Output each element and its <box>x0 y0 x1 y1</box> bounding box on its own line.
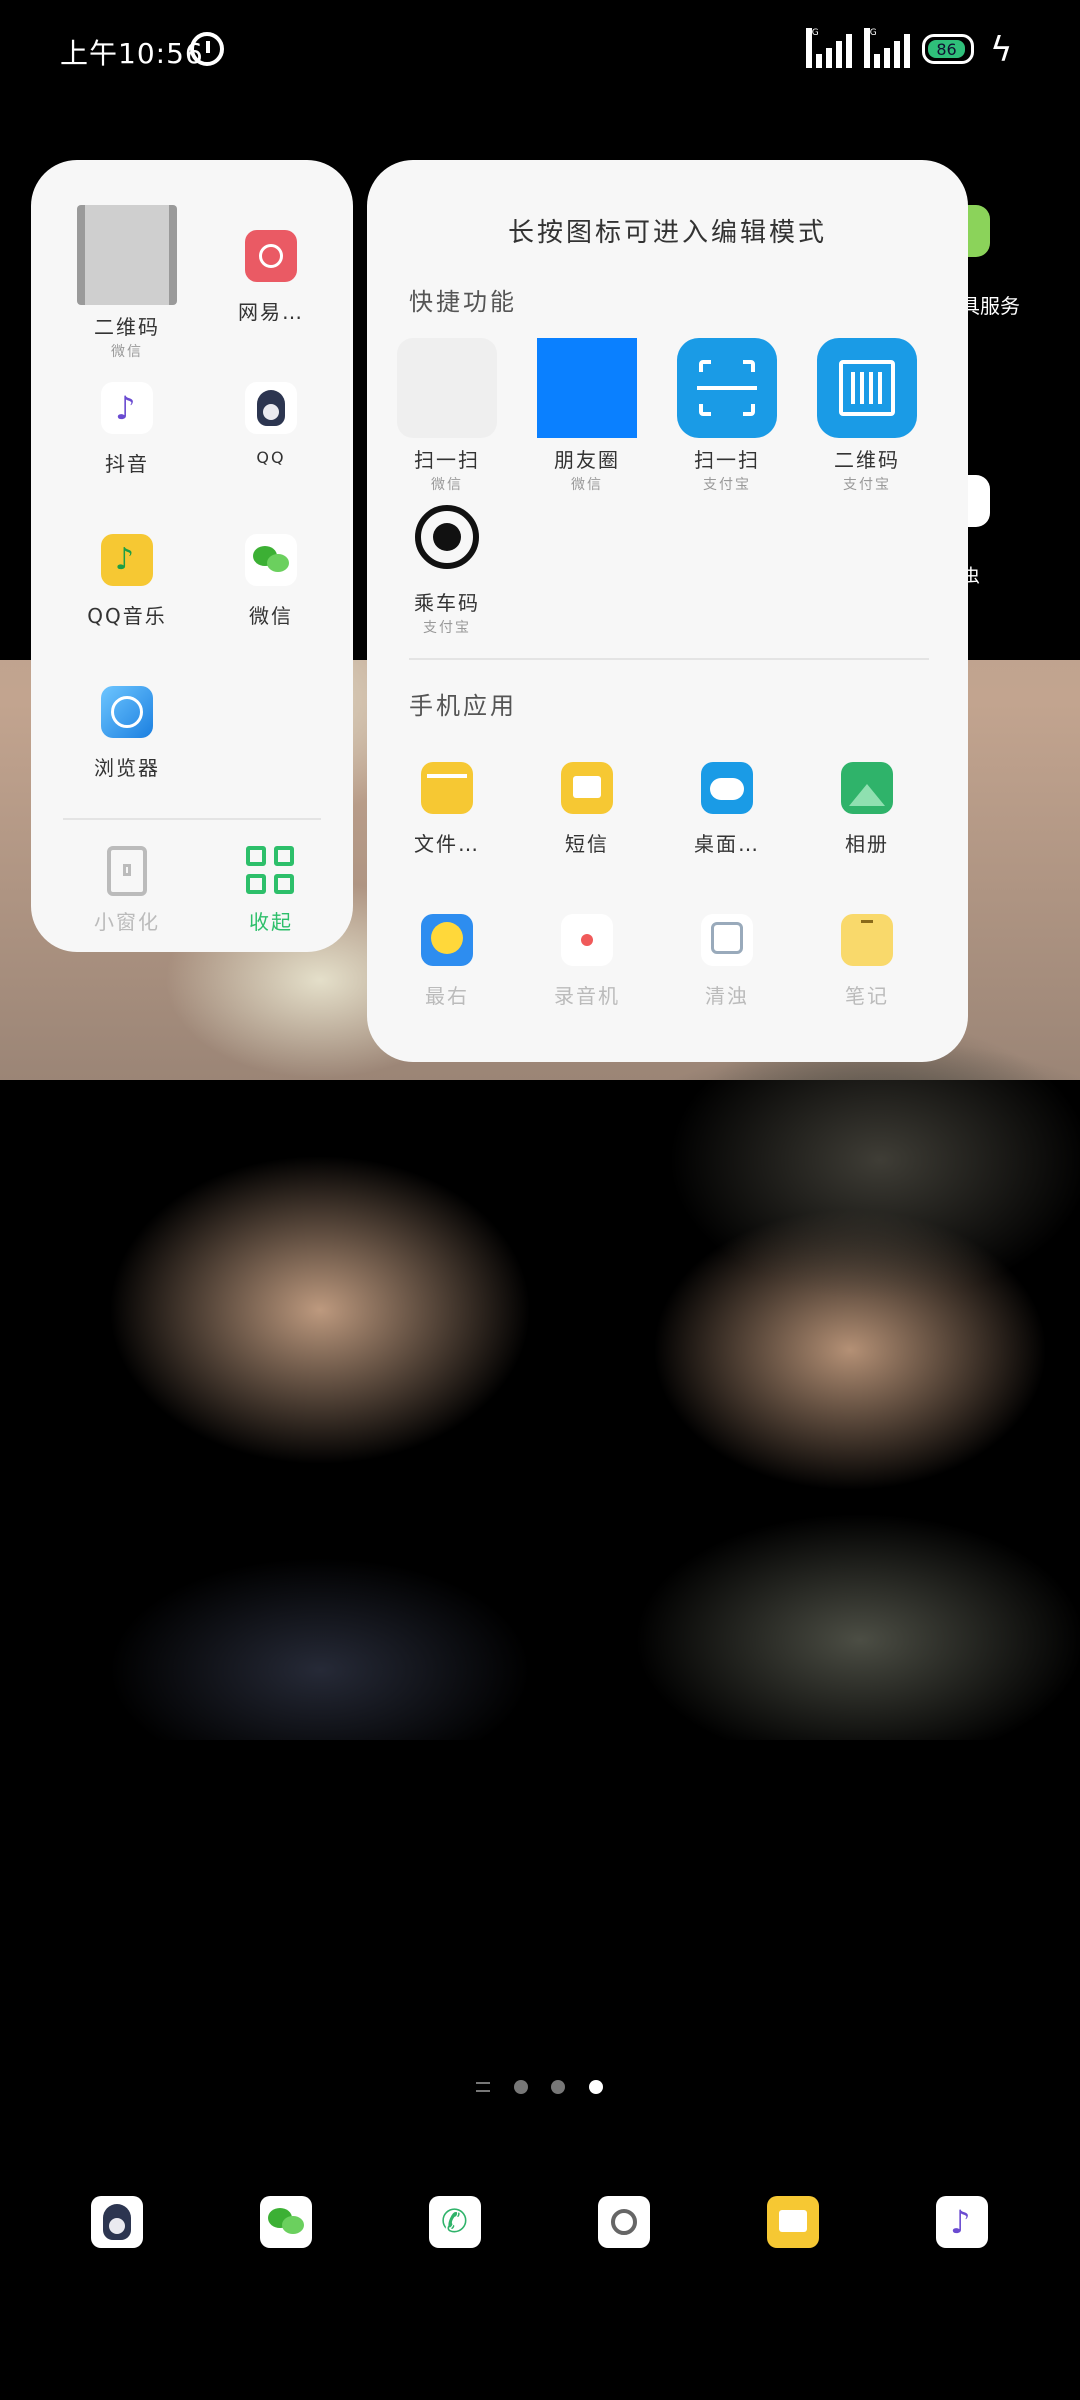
app-item-netease-music[interactable]: 网易… <box>211 230 331 325</box>
dock-wechat-icon[interactable] <box>260 2196 312 2248</box>
shortcut-alipay-scan[interactable]: 扫一扫 支付宝 <box>677 338 777 494</box>
netease-music-icon <box>245 230 297 282</box>
dock-sms-icon[interactable] <box>767 2196 819 2248</box>
shortcut-sublabel: 支付宝 <box>703 477 751 493</box>
wechat-scan-icon <box>397 338 497 438</box>
record-dot-icon <box>561 914 613 966</box>
app-label: 清浊 <box>705 984 749 1008</box>
dock-qq-icon[interactable] <box>91 2196 143 2248</box>
dock-phone-icon[interactable]: ✆ <box>429 2196 481 2248</box>
page-indicator <box>0 2080 1080 2100</box>
transit-record-icon <box>415 505 479 569</box>
app-label: 网易… <box>238 300 304 324</box>
photo-mountain-icon <box>841 762 893 814</box>
shortcut-label: 乘车码 <box>414 591 480 615</box>
battery-level: 86 <box>928 40 965 59</box>
folder-icon <box>421 762 473 814</box>
zuiyou-icon <box>421 914 473 966</box>
shortcut-label: 二维码 <box>834 448 900 472</box>
app-label: 相册 <box>845 832 889 856</box>
message-icon <box>561 762 613 814</box>
alipay-barcode-icon <box>817 338 917 438</box>
signal-icon-2: 5G <box>864 28 912 68</box>
shortcut-alipay-qrcode[interactable]: 二维码 支付宝 <box>817 338 917 494</box>
shortcut-alipay-transit-code[interactable]: 乘车码 支付宝 <box>397 505 497 637</box>
shortcut-sublabel: 支付宝 <box>843 477 891 493</box>
panel-hint-title: 长按图标可进入编辑模式 <box>507 218 827 248</box>
app-label: 录音机 <box>554 984 620 1008</box>
app-label: 二维码 <box>94 315 160 339</box>
shortcut-wechat-scan[interactable]: 扫一扫 微信 <box>397 338 497 494</box>
alarm-icon <box>190 32 224 66</box>
floating-window-label: 小窗化 <box>94 910 160 934</box>
charging-icon: ϟ <box>990 30 1013 70</box>
app-item-douyin[interactable]: ♪ 抖音 <box>67 382 187 477</box>
panel-divider <box>63 818 321 820</box>
qrcode-thumbnail-icon <box>77 205 177 305</box>
app-item-browser[interactable]: 浏览器 <box>67 686 187 781</box>
app-item-zuiyou[interactable]: 最右 <box>397 914 497 1009</box>
shortcuts-section-header: 快捷功能 <box>409 288 517 316</box>
section-divider <box>409 658 929 660</box>
app-label: 桌面… <box>694 832 760 856</box>
phone-apps-section-header: 手机应用 <box>409 692 517 720</box>
app-item-gallery[interactable]: 相册 <box>817 762 917 857</box>
app-label: 短信 <box>565 832 609 856</box>
app-item-notes[interactable]: 笔记 <box>817 914 917 1009</box>
collapse-button[interactable]: 收起 <box>211 846 331 935</box>
app-item-desktop-cloud[interactable]: 桌面… <box>677 762 777 857</box>
page-dot-active[interactable] <box>589 2080 603 2094</box>
menu-lines-icon[interactable] <box>476 2082 490 2092</box>
app-sublabel: 微信 <box>111 344 143 360</box>
douyin-icon: ♪ <box>101 382 153 434</box>
notes-icon <box>841 914 893 966</box>
shortcut-sublabel: 微信 <box>431 477 463 493</box>
dock-camera-icon[interactable] <box>598 2196 650 2248</box>
app-label: 最右 <box>425 984 469 1008</box>
app-item-file-manager[interactable]: 文件… <box>397 762 497 857</box>
page-dot[interactable] <box>551 2080 565 2094</box>
sidebar-recent-apps-panel: 二维码 微信 网易… ♪ 抖音 QQ ♪ QQ音乐 微信 浏览器 小窗化 收起 <box>31 160 353 952</box>
collapse-label: 收起 <box>249 910 293 934</box>
app-label: 浏览器 <box>94 756 160 780</box>
qq-music-icon: ♪ <box>101 534 153 586</box>
quick-functions-panel: 长按图标可进入编辑模式 快捷功能 扫一扫 微信 朋友圈 微信 扫一扫 支付宝 二… <box>367 160 968 1062</box>
app-label: 文件… <box>414 832 480 856</box>
app-item-wechat-qrcode[interactable]: 二维码 微信 <box>67 205 187 361</box>
clock: 上午10:56 <box>60 37 204 70</box>
home-app-label-peek: 具服务 <box>960 294 1020 318</box>
cleaner-icon <box>701 914 753 966</box>
app-item-qq[interactable]: QQ <box>211 382 331 467</box>
battery-icon: 86 <box>922 34 974 64</box>
small-window-icon <box>107 846 147 896</box>
shortcut-label: 扫一扫 <box>694 448 760 472</box>
app-label: QQ <box>256 448 286 467</box>
cloud-icon <box>701 762 753 814</box>
app-item-cleaner[interactable]: 清浊 <box>677 914 777 1009</box>
browser-globe-icon <box>101 686 153 738</box>
shortcut-sublabel: 支付宝 <box>423 620 471 636</box>
signal-icon-1: 5G <box>806 28 854 68</box>
status-bar: 上午10:56 5G 5G 86 ϟ <box>0 0 1080 100</box>
grid-collapse-icon <box>246 846 296 896</box>
shortcut-wechat-moments[interactable]: 朋友圈 微信 <box>537 338 637 494</box>
alipay-scan-icon <box>677 338 777 438</box>
page-dot[interactable] <box>514 2080 528 2094</box>
floating-window-button[interactable]: 小窗化 <box>67 846 187 935</box>
shortcut-sublabel: 微信 <box>571 477 603 493</box>
app-label: QQ音乐 <box>87 604 167 628</box>
app-label: 笔记 <box>845 984 889 1008</box>
dock-douyin-icon[interactable]: ♪ <box>936 2196 988 2248</box>
app-label: 抖音 <box>105 452 149 476</box>
app-item-wechat[interactable]: 微信 <box>211 534 331 629</box>
shortcut-label: 朋友圈 <box>554 448 620 472</box>
app-label: 微信 <box>249 604 293 628</box>
wechat-icon <box>245 534 297 586</box>
wechat-moments-icon <box>537 338 637 438</box>
qq-penguin-icon <box>245 382 297 434</box>
app-item-recorder[interactable]: 录音机 <box>537 914 637 1009</box>
app-item-sms[interactable]: 短信 <box>537 762 637 857</box>
shortcut-label: 扫一扫 <box>414 448 480 472</box>
app-item-qq-music[interactable]: ♪ QQ音乐 <box>67 534 187 629</box>
